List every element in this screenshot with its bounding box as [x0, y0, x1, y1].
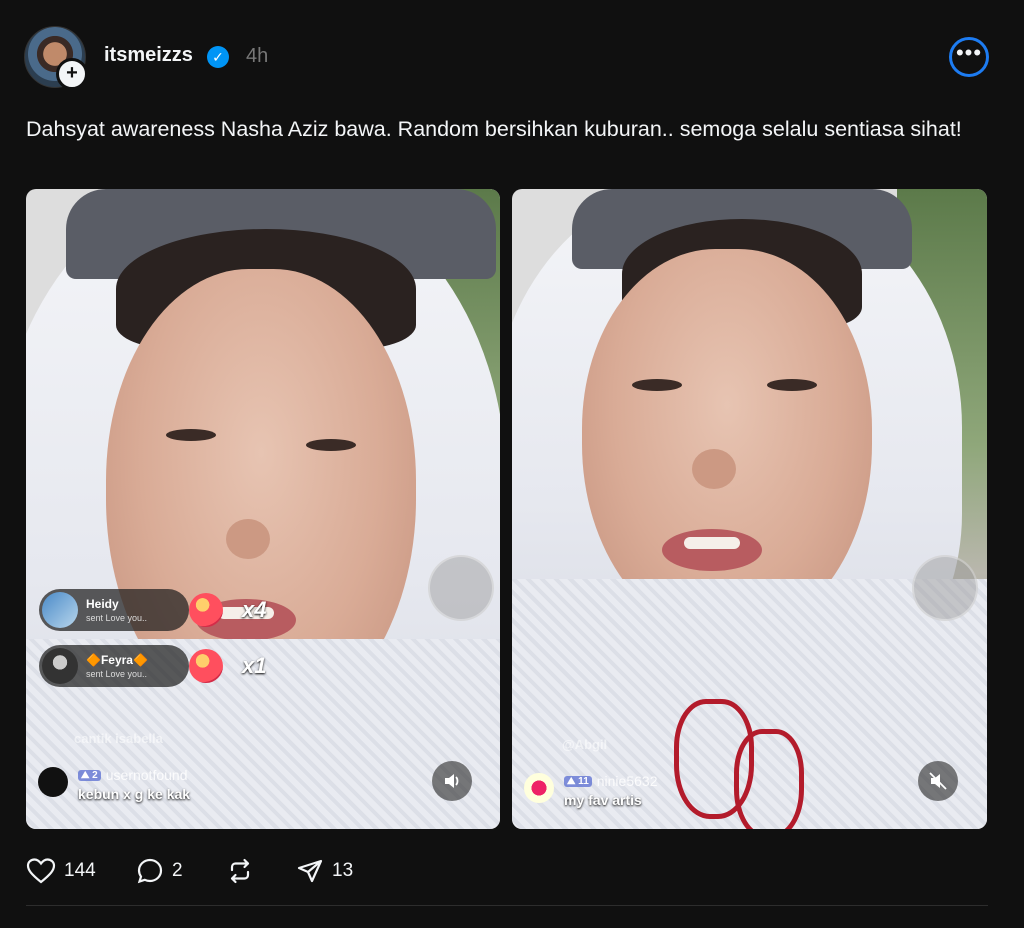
like-button[interactable]: 144 — [26, 856, 96, 886]
video-2[interactable]: @Abgil ⛰ 11 ninie5632 my fav artis — [512, 189, 987, 829]
speaker-glyph — [445, 774, 459, 788]
send-icon — [297, 859, 323, 883]
red-glasses — [734, 729, 804, 829]
author-username[interactable]: itsmeizzs — [104, 44, 193, 67]
eye — [632, 379, 682, 391]
mouth — [662, 529, 762, 571]
gift-description: sent Love you.. — [86, 613, 148, 623]
live-comment: ⛰ 2 usernotfound kebun x g ke kak — [38, 767, 190, 802]
gift-sender-avatar — [42, 648, 78, 684]
reply-count: 2 — [172, 860, 183, 881]
gift-description: sent Love you.. — [86, 669, 148, 679]
gift-sender-avatar — [42, 592, 78, 628]
floating-button[interactable] — [428, 555, 494, 621]
follow-plus-icon[interactable]: + — [56, 58, 88, 90]
thread-post: + itsmeizzs ✓ 4h ••• Dahsyat awareness N… — [0, 0, 1024, 928]
speaker-on-icon[interactable] — [432, 761, 472, 801]
reply-button[interactable]: 2 — [136, 856, 183, 886]
repost-button[interactable] — [226, 856, 262, 886]
teeth — [684, 537, 740, 549]
speaker-muted-icon[interactable] — [918, 761, 958, 801]
ellipsis-icon: ••• — [955, 40, 983, 65]
gift-notification: 🔶Feyra🔶 sent Love you.. x1 — [39, 645, 266, 687]
level-badge: ⛰ 11 — [564, 775, 592, 787]
heart-gift-icon — [189, 649, 223, 683]
commenter-avatar — [38, 767, 68, 797]
author-avatar[interactable]: + — [24, 26, 88, 90]
gift-count: x1 — [242, 653, 267, 678]
gift-sender-name: Heidy — [86, 597, 119, 611]
eye — [166, 429, 216, 441]
heart-gift-icon — [189, 593, 223, 627]
repost-icon — [230, 858, 250, 884]
nose — [226, 519, 270, 559]
faded-viewer-name: @Abgil — [562, 737, 608, 752]
gift-count: x4 — [242, 597, 267, 622]
comment-text: my fav artis — [564, 792, 642, 808]
share-count: 13 — [332, 860, 354, 881]
heart-icon — [26, 858, 56, 884]
post-caption: Dahsyat awareness Nasha Aziz bawa. Rando… — [26, 117, 962, 141]
nose — [692, 449, 736, 489]
floating-button[interactable] — [912, 555, 978, 621]
like-count: 144 — [64, 860, 96, 881]
commenter-username: usernotfound — [105, 767, 188, 783]
video-1[interactable]: Heidy sent Love you.. x4 🔶Feyra🔶 sent Lo… — [26, 189, 500, 829]
share-button[interactable]: 13 — [296, 856, 353, 886]
eye — [767, 379, 817, 391]
commenter-username: ninie5632 — [596, 773, 658, 789]
speaker-muted-glyph — [929, 772, 947, 790]
level-badge: ⛰ 2 — [78, 769, 101, 781]
faded-viewer-name: cantik isabella — [74, 731, 163, 746]
eye — [306, 439, 356, 451]
commenter-avatar — [524, 773, 554, 803]
video-frame — [512, 189, 987, 829]
more-options-button[interactable]: ••• — [949, 37, 989, 77]
verified-badge-icon: ✓ — [207, 46, 229, 68]
comment-text: kebun x g ke kak — [78, 786, 191, 802]
comment-icon — [137, 858, 163, 884]
divider — [26, 905, 988, 906]
gift-sender-name: 🔶Feyra🔶 — [86, 653, 148, 667]
post-timestamp[interactable]: 4h — [246, 45, 268, 68]
gift-notification: Heidy sent Love you.. x4 — [39, 589, 266, 631]
live-comment: ⛰ 11 ninie5632 my fav artis — [524, 773, 657, 808]
